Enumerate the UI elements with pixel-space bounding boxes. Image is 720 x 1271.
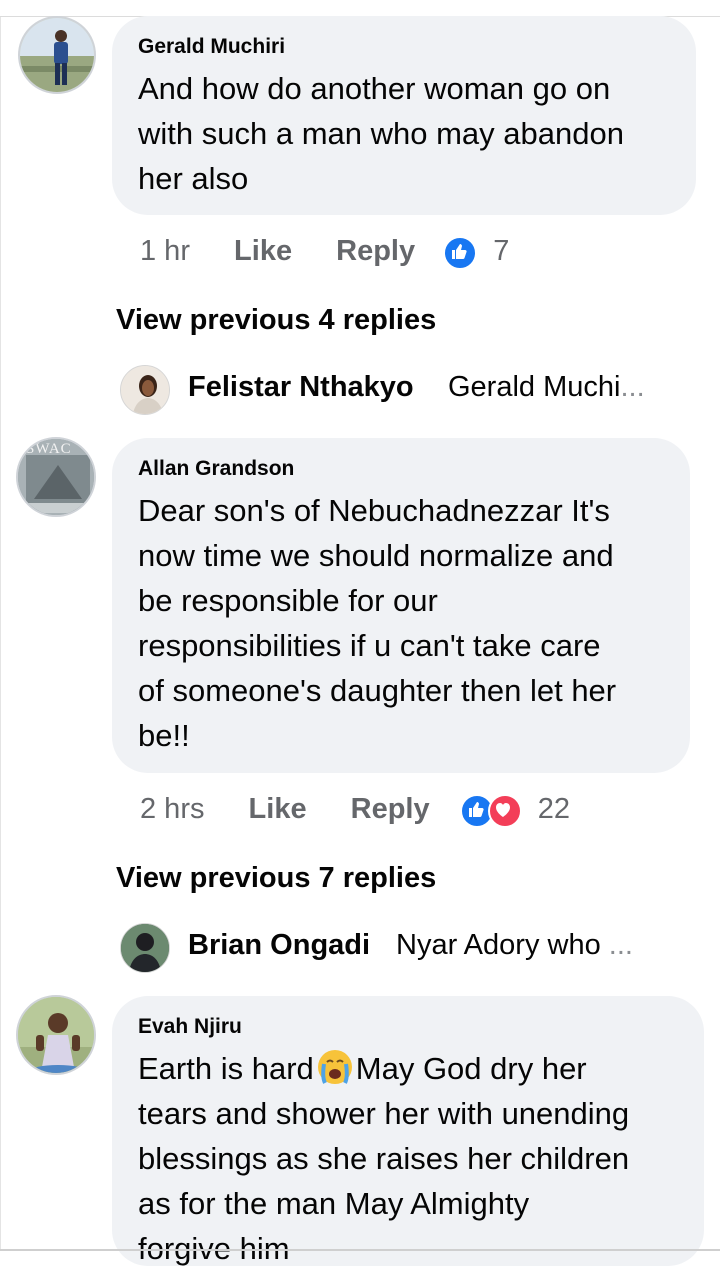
view-previous-replies[interactable]: View previous 4 replies xyxy=(116,302,436,338)
reply-button[interactable]: Reply xyxy=(336,231,415,271)
avatar[interactable] xyxy=(16,995,96,1075)
reaction-count[interactable]: 7 xyxy=(493,231,509,271)
love-icon xyxy=(487,793,522,828)
reply-snippet: Nyar Adory who ... xyxy=(396,929,633,962)
comment-text-part: May God dry her xyxy=(355,1051,587,1086)
comment-text-part: Earth is hard xyxy=(138,1051,314,1086)
ellipsis: ... xyxy=(608,929,633,961)
comment-author[interactable]: Allan Grandson xyxy=(138,456,666,482)
comment-bubble[interactable]: Gerald Muchiri And how do another woman … xyxy=(112,16,696,215)
comment-text: Earth is hard May God dry her tears and sh… xyxy=(138,1046,680,1271)
reply-button[interactable]: Reply xyxy=(351,789,430,829)
comment-actions: 1 hr Like Reply 7 xyxy=(140,230,509,271)
comment-text: And how do another woman go on with such… xyxy=(138,71,624,196)
timestamp: 1 hr xyxy=(140,235,190,268)
avatar xyxy=(120,923,170,973)
like-icon xyxy=(443,235,478,270)
avatar-text: SWAC xyxy=(26,441,72,457)
comment-author[interactable]: Evah Njiru xyxy=(138,1014,680,1040)
timestamp: 2 hrs xyxy=(140,793,205,826)
reply-snippet: Gerald Muchi... xyxy=(448,371,645,404)
crying-face-icon xyxy=(315,1047,355,1087)
like-button[interactable]: Like xyxy=(234,231,292,271)
avatar xyxy=(120,365,170,415)
avatar[interactable]: SWAC xyxy=(16,437,96,517)
reply-author[interactable]: Brian Ongadi xyxy=(188,929,370,962)
comment-text: Dear son's of Nebuchadnezzar It's now ti… xyxy=(138,493,617,753)
comment-author[interactable]: Gerald Muchiri xyxy=(138,34,672,60)
comment-actions: 2 hrs Like Reply 22 xyxy=(140,788,570,829)
view-previous-replies[interactable]: View previous 7 replies xyxy=(116,860,436,896)
left-divider xyxy=(0,17,1,1251)
like-button[interactable]: Like xyxy=(249,789,307,829)
comment-text-rest: tears and shower her with unending bless… xyxy=(138,1096,630,1266)
reply-text: Nyar Adory who xyxy=(396,929,609,961)
reaction-count[interactable]: 22 xyxy=(538,789,570,829)
reply-author[interactable]: Felistar Nthakyo xyxy=(188,371,414,404)
avatar[interactable] xyxy=(18,16,96,94)
comment-bubble[interactable]: Evah Njiru Earth is hard May God dry her t… xyxy=(112,996,704,1266)
ellipsis: ... xyxy=(620,371,645,403)
reactions[interactable] xyxy=(443,231,478,271)
reactions[interactable] xyxy=(459,789,522,829)
comment-bubble[interactable]: Allan Grandson Dear son's of Nebuchadnez… xyxy=(112,438,690,773)
reply-text: Gerald Muchi xyxy=(448,371,621,403)
